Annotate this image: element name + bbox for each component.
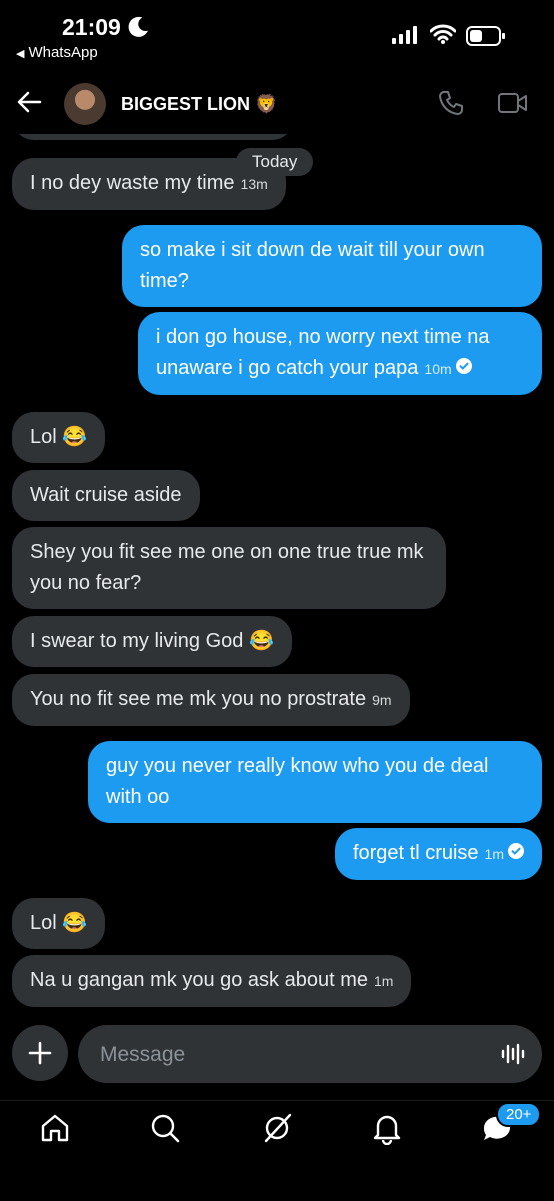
search-icon[interactable] xyxy=(148,1111,188,1151)
message-text: guy you never really know who you de dea… xyxy=(106,755,489,808)
message-time: 1m xyxy=(374,973,394,989)
message-bubble-incoming[interactable]: I swear to my living God 😂 xyxy=(12,616,292,667)
message-bubble-outgoing[interactable]: i don go house, no worry next time na un… xyxy=(138,312,542,395)
status-time: 21:09 xyxy=(62,14,121,40)
signal-icon xyxy=(392,26,418,49)
battery-icon xyxy=(466,26,506,51)
contact-name[interactable]: BIGGEST LION 🦁 xyxy=(121,94,277,115)
chat-header: BIGGEST LION 🦁 xyxy=(0,70,554,134)
avatar[interactable] xyxy=(64,83,106,125)
message-bubble-incoming[interactable]: You no fit see me mk you no prostrate 9m xyxy=(12,674,410,726)
check-circle-icon xyxy=(508,838,524,869)
message-input[interactable] xyxy=(98,1039,482,1071)
messages-badge: 20+ xyxy=(496,1102,542,1127)
message-bubble-outgoing[interactable]: forget tl cruise 1m xyxy=(334,828,542,880)
message-text: Na u gangan mk you go ask about me xyxy=(30,969,368,991)
phone-icon[interactable] xyxy=(438,90,464,121)
date-separator: Today xyxy=(236,148,314,176)
message-time: 10m xyxy=(424,361,452,377)
status-bar: 21:09 ◀ WhatsApp xyxy=(0,0,554,68)
bottom-nav xyxy=(0,1100,554,1201)
message-time: 1m xyxy=(484,846,504,862)
message-text: I swear to my living God 😂 xyxy=(30,630,274,652)
grok-icon[interactable] xyxy=(260,1111,300,1151)
message-bubble-outgoing[interactable]: guy you never really know who you de dea… xyxy=(88,741,542,823)
message-time: 13m xyxy=(240,176,268,192)
message-text: Lol 😂 xyxy=(30,912,88,934)
message-bubble-incoming[interactable]: Lol 😂 xyxy=(12,898,106,949)
back-to-app-link[interactable]: ◀ WhatsApp xyxy=(16,44,98,61)
back-app-label: WhatsApp xyxy=(28,44,98,61)
message-time: 9m xyxy=(372,692,392,708)
plus-icon xyxy=(28,1041,52,1070)
video-icon[interactable] xyxy=(498,92,528,119)
message-text: You no fit see me mk you no prostrate xyxy=(30,688,367,710)
check-circle-icon xyxy=(455,353,472,384)
home-icon[interactable] xyxy=(38,1111,78,1151)
message-text: Wait cruise aside xyxy=(30,484,182,506)
message-bubble-incoming[interactable]: Lol 😂 xyxy=(12,412,106,463)
message-bubble-incoming[interactable]: Shey you fit see me one on one true true… xyxy=(12,527,446,609)
message-text: I no dey waste my time xyxy=(30,172,235,194)
message-bubble-incoming[interactable]: Wait cruise aside xyxy=(12,470,200,521)
back-arrow-icon[interactable] xyxy=(16,90,42,119)
wifi-icon xyxy=(429,24,457,49)
message-text: Lol 😂 xyxy=(30,426,88,448)
message-list[interactable]: You no de wetin I don you I no dey waste… xyxy=(0,110,554,1010)
add-attachment-button[interactable] xyxy=(12,1025,68,1081)
message-text: Shey you fit see me one on one true true… xyxy=(30,541,424,594)
bell-icon[interactable] xyxy=(370,1111,410,1151)
message-text: so make i sit down de wait till your own… xyxy=(140,239,485,292)
message-bubble-outgoing[interactable]: so make i sit down de wait till your own… xyxy=(122,225,542,307)
message-text: forget tl cruise xyxy=(352,842,479,864)
voice-icon[interactable] xyxy=(500,1041,526,1072)
message-bubble-incoming[interactable]: Na u gangan mk you go ask about me 1m xyxy=(12,955,412,1007)
message-input-container xyxy=(78,1025,542,1083)
moon-icon xyxy=(126,16,149,43)
